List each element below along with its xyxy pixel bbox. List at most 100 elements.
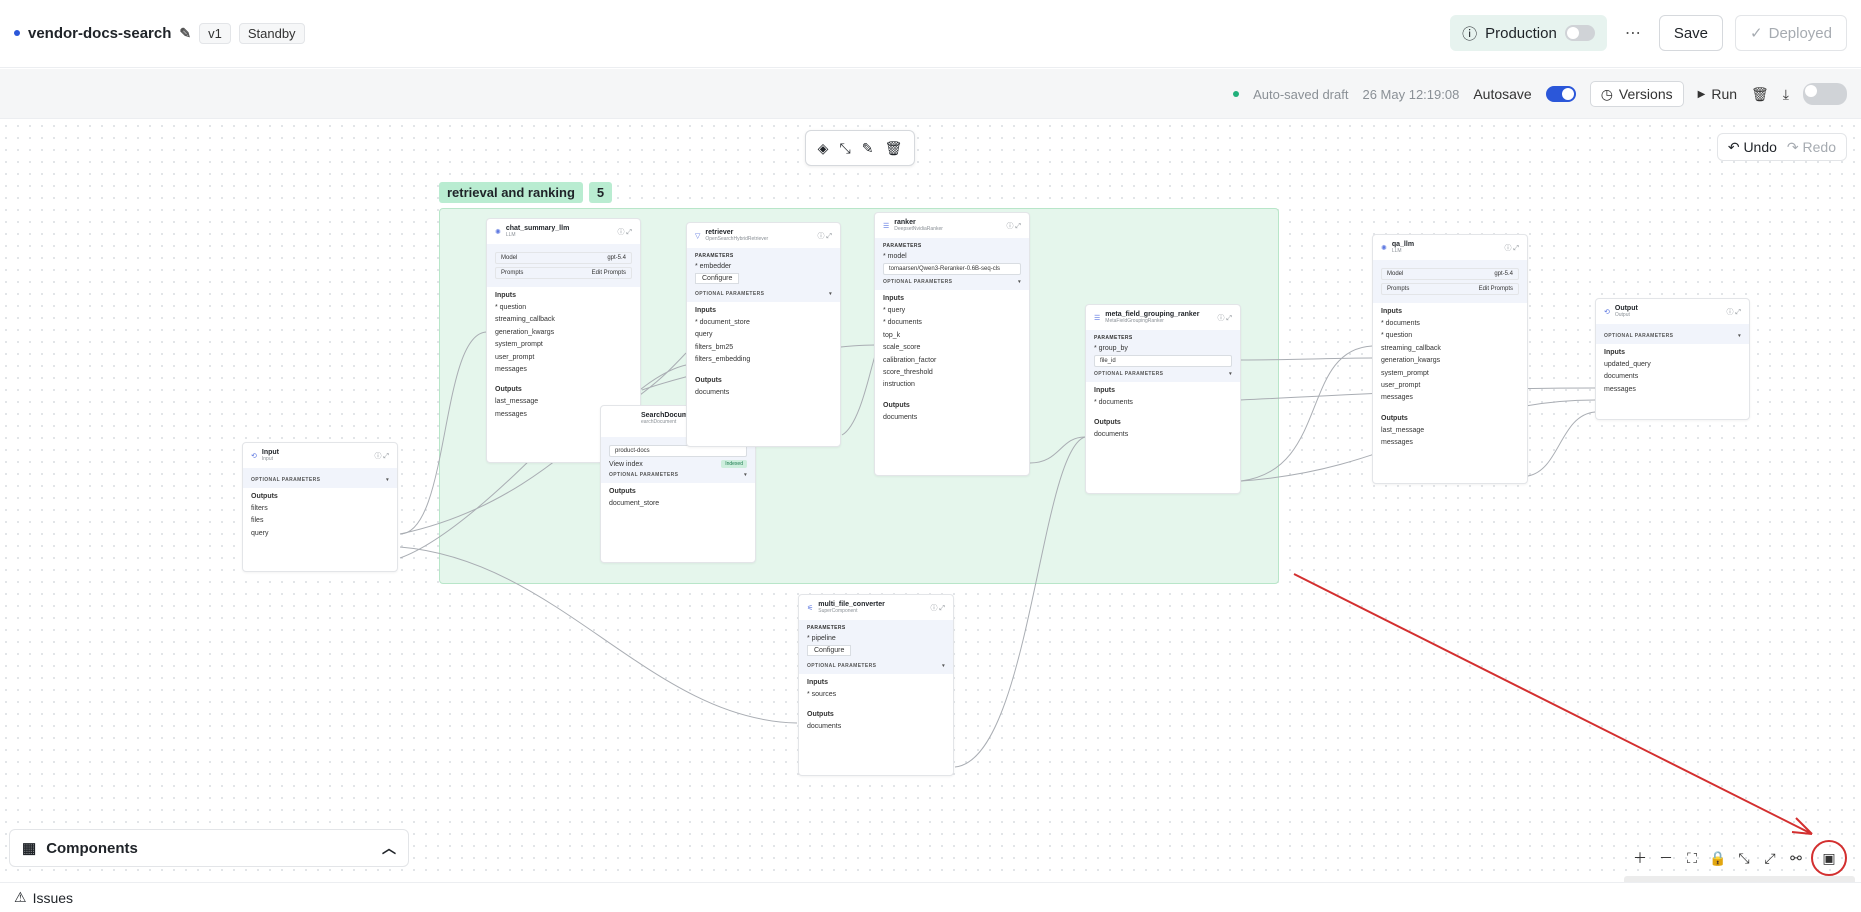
draw-group-icon[interactable]: ▣ bbox=[1811, 840, 1847, 876]
node-controls-icon[interactable]: ⓘ ⤢ bbox=[930, 603, 945, 613]
pencil-icon[interactable]: ✎ bbox=[862, 140, 874, 157]
node-controls-icon[interactable]: ⓘ ⤢ bbox=[374, 451, 389, 461]
input-port[interactable]: generation_kwargs bbox=[1381, 355, 1519, 367]
optional-label[interactable]: OPTIONAL PARAMETERS bbox=[695, 291, 764, 297]
node-qa-llm[interactable]: ✺ qa_llm LLM ⓘ ⤢ Model gpt-5.4 Prompts Edit… bbox=[1372, 234, 1528, 484]
prompts-row[interactable]: Prompts Edit Prompts bbox=[495, 267, 632, 279]
node-controls-icon[interactable]: ⓘ ⤢ bbox=[1504, 243, 1519, 253]
input-port[interactable]: generation_kwargs bbox=[495, 327, 632, 339]
input-port[interactable]: * sources bbox=[807, 689, 945, 701]
node-meta-field-grouping-ranker[interactable]: ☰ meta_field_grouping_ranker MetaFieldGro… bbox=[1085, 304, 1241, 494]
zoom-in-icon[interactable]: ＋ bbox=[1629, 847, 1651, 869]
undo-button[interactable]: ↶ Undo bbox=[1728, 139, 1777, 156]
optional-params[interactable]: OPTIONAL PARAMETERS ▾ bbox=[243, 468, 397, 488]
input-port[interactable]: filters_embedding bbox=[695, 354, 832, 366]
edit-prompts-button[interactable]: Edit Prompts bbox=[592, 270, 626, 276]
output-port[interactable]: documents bbox=[883, 412, 1021, 424]
input-port[interactable]: system_prompt bbox=[495, 339, 632, 351]
zoom-out-icon[interactable]: － bbox=[1655, 847, 1677, 869]
input-port[interactable]: * question bbox=[1381, 330, 1519, 342]
paint-bucket-icon[interactable]: ◈ bbox=[818, 140, 829, 157]
configure-button[interactable]: Configure bbox=[695, 273, 740, 284]
node-input[interactable]: ⟲ Input Input ⓘ ⤢ OPTIONAL PARAMETERS ▾ Ou… bbox=[242, 442, 398, 572]
node-controls-icon[interactable]: ⓘ ⤢ bbox=[617, 227, 632, 237]
issues-bar[interactable]: ⚠ Issues bbox=[0, 882, 1861, 912]
input-port[interactable]: scale_score bbox=[883, 342, 1021, 354]
node-controls-icon[interactable]: ⓘ ⤢ bbox=[817, 231, 832, 241]
input-port[interactable]: user_prompt bbox=[495, 352, 632, 364]
collapse-all-icon[interactable]: ⤡ bbox=[1733, 847, 1755, 869]
input-port[interactable]: messages bbox=[1381, 392, 1519, 404]
output-port[interactable]: query bbox=[251, 528, 389, 540]
input-port[interactable]: instruction bbox=[883, 379, 1021, 391]
output-port[interactable]: documents bbox=[695, 387, 832, 399]
input-port[interactable]: user_prompt bbox=[1381, 380, 1519, 392]
output-port[interactable]: documents bbox=[807, 721, 945, 733]
input-port[interactable]: * documents bbox=[1094, 397, 1232, 409]
collapse-icon[interactable]: ⤡ bbox=[839, 140, 850, 157]
node-multi-file-converter[interactable]: ⚟ multi_file_converter SuperComponent ⓘ ⤢… bbox=[798, 594, 954, 776]
input-port[interactable]: updated_query bbox=[1604, 359, 1741, 371]
optional-label[interactable]: OPTIONAL PARAMETERS bbox=[807, 663, 876, 669]
group-by-field[interactable]: file_id bbox=[1094, 355, 1232, 367]
input-port[interactable]: score_threshold bbox=[883, 367, 1021, 379]
output-port[interactable]: filters bbox=[251, 503, 389, 515]
output-port[interactable]: documents bbox=[1094, 429, 1232, 441]
output-port[interactable]: files bbox=[251, 515, 389, 527]
input-port[interactable]: query bbox=[695, 329, 832, 341]
optional-params[interactable]: OPTIONAL PARAMETERS ▾ bbox=[1596, 324, 1749, 344]
deployed-button[interactable]: ✓ Deployed bbox=[1735, 15, 1847, 51]
lock-icon[interactable]: 🔒 bbox=[1707, 847, 1729, 869]
optional-label[interactable]: OPTIONAL PARAMETERS bbox=[609, 472, 678, 478]
output-port[interactable]: document_store bbox=[609, 498, 747, 510]
optional-label[interactable]: OPTIONAL PARAMETERS bbox=[883, 279, 952, 285]
edit-prompts-button[interactable]: Edit Prompts bbox=[1479, 286, 1513, 292]
expand-all-icon[interactable]: ⤢ bbox=[1759, 847, 1781, 869]
more-options-button[interactable]: ⋯ bbox=[1619, 23, 1647, 43]
model-row[interactable]: Model gpt-5.4 bbox=[1381, 268, 1519, 280]
input-port[interactable]: messages bbox=[1604, 384, 1741, 396]
autosave-toggle[interactable] bbox=[1545, 86, 1576, 102]
input-port[interactable]: * documents bbox=[1381, 318, 1519, 330]
node-controls-icon[interactable]: ⓘ ⤢ bbox=[1006, 221, 1021, 231]
input-port[interactable]: top_k bbox=[883, 330, 1021, 342]
production-toggle[interactable] bbox=[1564, 25, 1595, 41]
trash-icon[interactable]: 🗑 bbox=[885, 140, 903, 157]
components-panel-toggle[interactable]: ▦ Components ︿ bbox=[9, 829, 409, 867]
fit-view-icon[interactable]: ⛶ bbox=[1681, 847, 1703, 869]
input-port[interactable]: streaming_callback bbox=[495, 314, 632, 326]
prompts-row[interactable]: Prompts Edit Prompts bbox=[1381, 283, 1519, 295]
model-select[interactable]: tomaarsen/Qwen3-Reranker-0.6B-seq-cls bbox=[883, 263, 1021, 275]
save-button[interactable]: Save bbox=[1658, 15, 1724, 51]
input-port[interactable]: messages bbox=[495, 364, 632, 376]
download-icon[interactable]: ⤓ bbox=[1783, 86, 1789, 103]
input-port[interactable]: * query bbox=[883, 305, 1021, 317]
input-port[interactable]: * documents bbox=[883, 317, 1021, 329]
trash-icon[interactable]: 🗑 bbox=[1751, 86, 1769, 103]
node-ranker[interactable]: ☰ ranker DeepsetNvidiaRanker ⓘ ⤢ PARAMETE… bbox=[874, 212, 1030, 476]
auto-layout-icon[interactable]: ⚯ bbox=[1785, 847, 1807, 869]
output-port[interactable]: messages bbox=[1381, 437, 1519, 449]
code-view-toggle[interactable] bbox=[1803, 83, 1847, 105]
group-label[interactable]: retrieval and ranking 5 bbox=[439, 182, 613, 203]
run-button[interactable]: ▶ Run bbox=[1698, 86, 1737, 102]
optional-label[interactable]: OPTIONAL PARAMETERS bbox=[1094, 371, 1163, 377]
input-port[interactable]: * question bbox=[495, 302, 632, 314]
output-port[interactable]: last_message bbox=[1381, 425, 1519, 437]
input-port[interactable]: documents bbox=[1604, 371, 1741, 383]
configure-button[interactable]: Configure bbox=[807, 645, 852, 656]
input-port[interactable]: system_prompt bbox=[1381, 368, 1519, 380]
view-index-button[interactable]: View index bbox=[609, 461, 643, 468]
edit-name-icon[interactable]: ✎ bbox=[179, 25, 191, 42]
node-controls-icon[interactable]: ⓘ ⤢ bbox=[1217, 313, 1232, 323]
node-output[interactable]: ⟲ Output Output ⓘ ⤢ OPTIONAL PARAMETERS ▾ … bbox=[1595, 298, 1750, 420]
input-port[interactable]: streaming_callback bbox=[1381, 343, 1519, 355]
versions-button[interactable]: ◷ Versions bbox=[1589, 81, 1684, 107]
node-retriever[interactable]: ▽ retriever OpenSearchHybridRetriever ⓘ ⤢… bbox=[686, 222, 841, 447]
node-controls-icon[interactable]: ⓘ ⤢ bbox=[1726, 307, 1741, 317]
redo-button[interactable]: ↷ Redo bbox=[1787, 139, 1836, 156]
input-port[interactable]: filters_bm25 bbox=[695, 342, 832, 354]
input-port[interactable]: * document_store bbox=[695, 317, 832, 329]
model-row[interactable]: Model gpt-5.4 bbox=[495, 252, 632, 264]
input-port[interactable]: calibration_factor bbox=[883, 355, 1021, 367]
